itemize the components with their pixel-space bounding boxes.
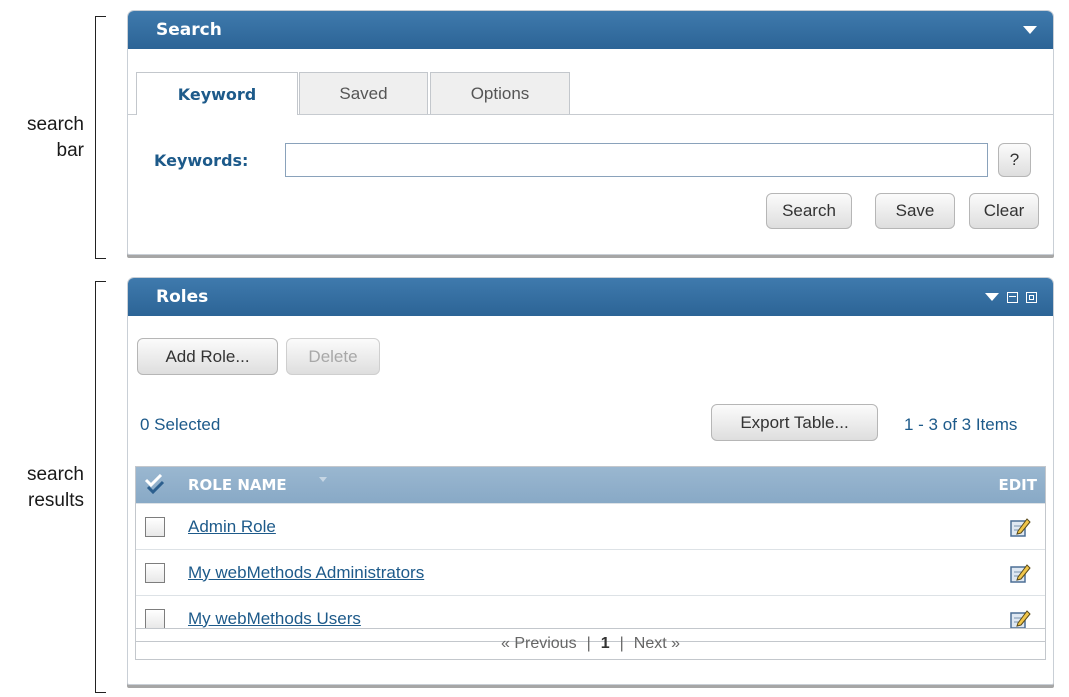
- tab-keyword[interactable]: Keyword: [136, 72, 298, 115]
- tab-saved-label: Saved: [339, 83, 388, 103]
- search-results-bracket: [95, 281, 106, 693]
- save-button-label: Save: [895, 201, 935, 220]
- role-link[interactable]: My webMethods Administrators: [188, 563, 424, 583]
- search-bar-annotation: search bar: [26, 114, 84, 161]
- search-tabs: Keyword Saved Options: [128, 66, 1053, 115]
- tab-options-label: Options: [470, 83, 530, 103]
- add-role-button[interactable]: Add Role...: [137, 338, 278, 375]
- delete-button[interactable]: Delete: [286, 338, 380, 375]
- edit-column-header: EDIT: [998, 476, 1037, 494]
- pagination: « Previous | 1 | Next »: [135, 628, 1046, 660]
- collapse-triangle-icon[interactable]: [1023, 26, 1037, 34]
- help-button-label: ?: [1009, 150, 1020, 169]
- roles-table: ROLE NAME EDIT Admin Role My webMethods …: [135, 466, 1046, 642]
- role-link[interactable]: My webMethods Users: [188, 609, 361, 629]
- search-bar-bracket: [95, 16, 106, 259]
- help-button[interactable]: ?: [998, 143, 1031, 177]
- role-name-column-header[interactable]: ROLE NAME: [188, 476, 287, 494]
- pager-separator: |: [619, 635, 624, 652]
- clear-button[interactable]: Clear: [969, 193, 1039, 229]
- search-panel-title: Search: [156, 20, 222, 40]
- collapse-triangle-icon[interactable]: [985, 293, 999, 301]
- roles-panel-title: Roles: [156, 287, 209, 307]
- search-panel-header: Search: [128, 11, 1053, 49]
- previous-link[interactable]: « Previous: [501, 635, 577, 653]
- tab-options[interactable]: Options: [430, 72, 570, 114]
- table-row: My webMethods Administrators: [136, 549, 1045, 595]
- edit-icon[interactable]: [1009, 562, 1031, 584]
- edit-icon[interactable]: [1009, 608, 1031, 630]
- row-checkbox[interactable]: [145, 562, 165, 583]
- export-table-button-label: Export Table...: [740, 412, 849, 432]
- current-page: 1: [600, 635, 610, 652]
- add-role-button-label: Add Role...: [165, 346, 250, 366]
- tab-keyword-label: Keyword: [177, 84, 257, 104]
- pager-separator: |: [586, 635, 591, 652]
- sort-indicator-icon: [319, 477, 327, 482]
- role-link[interactable]: Admin Role: [188, 517, 276, 537]
- minimize-icon[interactable]: [1007, 291, 1018, 303]
- row-checkbox[interactable]: [145, 516, 165, 537]
- save-button[interactable]: Save: [875, 193, 955, 229]
- roles-panel-header: Roles: [128, 278, 1053, 316]
- tab-saved[interactable]: Saved: [299, 72, 428, 114]
- keywords-input[interactable]: [285, 143, 988, 177]
- items-count: 1 - 3 of 3 Items: [904, 415, 1018, 434]
- keywords-label: Keywords:: [154, 151, 249, 170]
- selected-count: 0 Selected: [140, 415, 221, 434]
- select-all-icon[interactable]: [143, 473, 165, 496]
- roles-panel: Roles Add Role... Delete 0 Selected Expo…: [127, 277, 1054, 685]
- maximize-icon[interactable]: [1026, 291, 1037, 303]
- search-button[interactable]: Search: [766, 193, 852, 229]
- edit-icon[interactable]: [1009, 516, 1031, 538]
- search-panel: Search Keyword Saved Options Keywords: ?…: [127, 10, 1054, 255]
- delete-button-label: Delete: [308, 346, 358, 366]
- export-table-button[interactable]: Export Table...: [711, 404, 878, 441]
- row-checkbox[interactable]: [145, 608, 165, 629]
- table-row: Admin Role: [136, 503, 1045, 549]
- table-header: ROLE NAME EDIT: [136, 467, 1045, 503]
- search-button-label: Search: [782, 201, 836, 220]
- search-results-annotation: search results: [26, 464, 84, 511]
- clear-button-label: Clear: [983, 201, 1025, 220]
- next-link[interactable]: Next »: [634, 635, 680, 653]
